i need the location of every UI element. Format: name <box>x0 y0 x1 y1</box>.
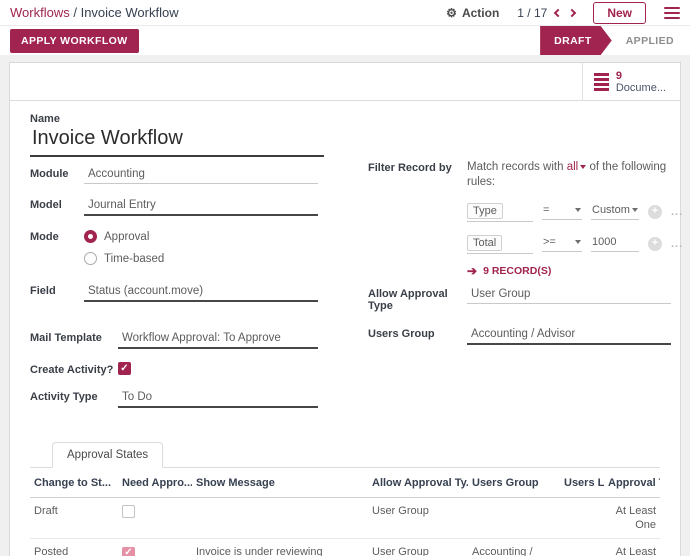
documents-label: Docume... <box>616 82 666 94</box>
need-approval-checkbox[interactable] <box>122 505 135 518</box>
col-show-message[interactable]: Show Message <box>192 468 368 498</box>
status-bar: DRAFT APPLIED <box>540 26 690 55</box>
chevron-down-icon <box>575 208 581 212</box>
chevron-down-icon <box>632 208 638 212</box>
cell-users-list[interactable] <box>560 539 604 556</box>
documents-count: 9 <box>616 70 666 82</box>
col-change-to-state[interactable]: Change to St... <box>30 468 118 498</box>
chevron-down-icon <box>575 240 581 244</box>
chevron-down-icon <box>580 165 586 169</box>
mode-label: Mode <box>30 229 84 243</box>
rule-operator-select[interactable]: >= <box>542 236 582 252</box>
match-operator-dropdown[interactable]: all <box>567 161 587 173</box>
radio-time-based-label: Time-based <box>104 253 164 265</box>
rule-operator-select[interactable]: = <box>542 204 582 220</box>
cell-change-to[interactable]: Posted <box>30 539 118 556</box>
col-users-group[interactable]: Users Group <box>468 468 560 498</box>
pager-next-icon[interactable] <box>568 8 576 16</box>
cell-show-message[interactable]: Invoice is under reviewing process. Plea… <box>192 539 368 556</box>
users-group-field[interactable]: Accounting / Advisor <box>467 326 671 345</box>
form-sheet: 9 Docume... Name Invoice Workflow Module… <box>9 62 681 556</box>
status-draft[interactable]: DRAFT <box>540 26 612 55</box>
field-field[interactable]: Status (account.move) <box>84 283 318 302</box>
breadcrumb-separator: / <box>73 5 77 20</box>
pager-counter: 1 / 17 <box>517 6 547 20</box>
cell-approval-type[interactable]: At Least One <box>604 539 660 556</box>
name-label: Name <box>30 113 324 125</box>
content-area: 9 Docume... Name Invoice Workflow Module… <box>0 62 690 556</box>
cell-users-list[interactable] <box>560 498 604 539</box>
activity-type-field[interactable]: To Do <box>118 389 318 408</box>
col-allow-approval-type[interactable]: Allow Approval Ty... <box>368 468 468 498</box>
action-menu-label: Action <box>462 6 499 20</box>
action-bar: APPLY WORKFLOW DRAFT APPLIED <box>0 26 690 55</box>
table-row-draft[interactable]: Draft User Group At Least One <box>30 498 660 539</box>
radio-approval-icon[interactable] <box>84 230 97 243</box>
breadcrumb-parent[interactable]: Workflows <box>10 5 70 20</box>
cell-allow-approval-type[interactable]: User Group <box>368 539 468 556</box>
filter-record-by-label: Filter Record by <box>368 160 467 174</box>
name-input[interactable]: Invoice Workflow <box>30 126 324 157</box>
mode-radio-approval[interactable]: Approval <box>84 230 164 243</box>
filter-rule-row: Type = Custom + ... <box>467 201 683 222</box>
cell-users-group[interactable]: Accounting / Advisor <box>468 539 560 556</box>
mail-template-field[interactable]: Workflow Approval: To Approve <box>118 330 318 349</box>
rule-value-select[interactable]: Custom <box>591 204 639 220</box>
table-row-posted[interactable]: Posted Invoice is under reviewing proces… <box>30 539 660 556</box>
breadcrumb-current: Invoice Workflow <box>81 5 179 20</box>
mode-radio-time-based[interactable]: Time-based <box>84 252 164 265</box>
rule-field-chip[interactable]: Type <box>467 203 503 219</box>
arrow-right-icon: ➔ <box>467 264 477 278</box>
gear-icon: ⚙ <box>446 6 457 20</box>
rule-more-icon[interactable]: ... <box>671 206 683 218</box>
top-navbar: Workflows / Invoice Workflow ⚙ Action 1 … <box>0 0 690 26</box>
radio-time-based-icon[interactable] <box>84 252 97 265</box>
create-activity-label: Create Activity? <box>30 362 118 376</box>
action-menu-button[interactable]: ⚙ Action <box>446 6 499 20</box>
records-count-link[interactable]: ➔ 9 RECORD(S) <box>467 264 683 278</box>
cell-users-group[interactable] <box>468 498 560 539</box>
cell-change-to[interactable]: Draft <box>30 498 118 539</box>
module-field[interactable]: Accounting <box>84 166 318 184</box>
col-approval-type[interactable]: Approval Ty... <box>604 468 660 498</box>
add-rule-icon[interactable]: + <box>648 237 662 251</box>
new-button[interactable]: New <box>593 2 646 24</box>
document-list-icon <box>594 73 609 91</box>
rule-more-icon[interactable]: ... <box>671 238 683 250</box>
approval-states-table: Change to St... Need Appro... Show Messa… <box>30 468 660 556</box>
module-label: Module <box>30 166 84 180</box>
tab-approval-states[interactable]: Approval States <box>52 442 163 468</box>
mail-template-label: Mail Template <box>30 330 118 344</box>
activity-type-label: Activity Type <box>30 389 118 403</box>
status-applied[interactable]: APPLIED <box>612 35 690 47</box>
create-activity-checkbox[interactable] <box>118 362 131 375</box>
apply-workflow-button[interactable]: APPLY WORKFLOW <box>10 29 139 53</box>
allow-approval-type-field[interactable]: User Group <box>467 286 671 304</box>
cell-show-message[interactable] <box>192 498 368 539</box>
pager-previous-icon[interactable] <box>554 8 562 16</box>
allow-approval-type-label: Allow Approval Type <box>368 286 467 312</box>
model-field[interactable]: Journal Entry <box>84 197 318 216</box>
radio-approval-label: Approval <box>104 231 149 243</box>
breadcrumb: Workflows / Invoice Workflow <box>10 5 179 20</box>
need-approval-checkbox[interactable] <box>122 547 135 556</box>
cell-approval-type[interactable]: At Least One <box>604 498 660 539</box>
record-pager: 1 / 17 <box>517 6 575 20</box>
cell-allow-approval-type[interactable]: User Group <box>368 498 468 539</box>
menu-icon[interactable] <box>664 7 680 19</box>
rule-field-chip[interactable]: Total <box>467 235 502 251</box>
filter-rule-row: Total >= 1000 + ... <box>467 233 683 254</box>
smart-button-strip: 9 Docume... <box>10 63 680 101</box>
notebook: Approval States Change to St... Need App… <box>30 442 660 556</box>
model-label: Model <box>30 197 84 211</box>
add-rule-icon[interactable]: + <box>648 205 662 219</box>
col-users-list[interactable]: Users L... <box>560 468 604 498</box>
documents-smart-button[interactable]: 9 Docume... <box>582 63 680 100</box>
match-records-line: Match records with all of the following … <box>467 160 675 190</box>
field-label: Field <box>30 283 84 297</box>
col-need-approval[interactable]: Need Appro... <box>118 468 192 498</box>
rule-value-input[interactable]: 1000 <box>591 236 639 252</box>
users-group-label: Users Group <box>368 326 467 340</box>
